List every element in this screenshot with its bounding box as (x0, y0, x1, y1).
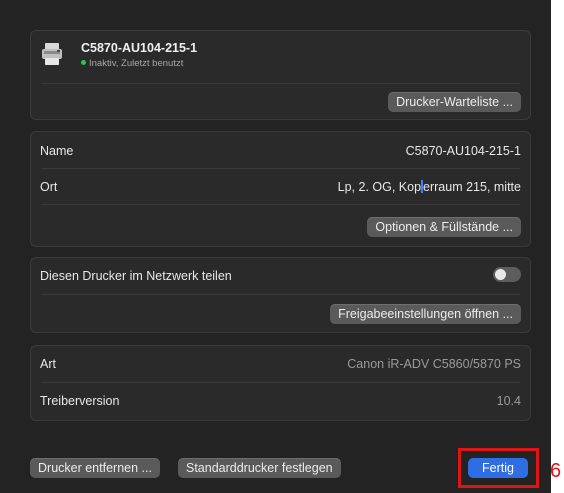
divider (41, 382, 520, 383)
step-number: 6 (550, 460, 562, 482)
share-label: Diesen Drucker im Netzwerk teilen (40, 269, 232, 283)
status-dot (81, 59, 86, 65)
type-value: Canon iR-ADV C5860/5870 PS (347, 357, 521, 371)
text-caret (421, 180, 424, 194)
location-field[interactable]: Lp, 2. OG, Kop erraum 215, mitte (338, 180, 521, 194)
driver-info-card: Art Canon iR-ADV C5860/5870 PS Treiberve… (30, 345, 531, 421)
printer-header-card: C5870-AU104-215-1 Inaktiv, Zuletzt benut… (30, 30, 531, 120)
printer-details-card: Name C5870-AU104-215-1 Ort Lp, 2. OG, Ko… (30, 131, 531, 247)
sharing-settings-button[interactable]: Freigabeeinstellungen öffnen ... (330, 304, 521, 324)
highlight-box (458, 448, 539, 488)
share-toggle[interactable] (493, 267, 521, 282)
sharing-card: Diesen Drucker im Netzwerk teilen Freiga… (30, 257, 531, 333)
location-value-end: erraum 215, mitte (423, 180, 521, 194)
type-label: Art (40, 357, 56, 371)
name-value[interactable]: C5870-AU104-215-1 (406, 144, 521, 158)
toggle-knob (495, 269, 506, 280)
location-value-start: Lp, 2. OG, Kop (337, 180, 422, 194)
set-default-printer-button[interactable]: Standarddrucker festlegen (178, 458, 341, 478)
options-supplies-button[interactable]: Optionen & Füllstände ... (367, 217, 521, 237)
name-label: Name (40, 144, 74, 158)
printer-status: Inaktiv, Zuletzt benutzt (81, 58, 183, 69)
printer-queue-button[interactable]: Drucker-Warteliste ... (388, 92, 521, 112)
printer-icon (42, 43, 62, 65)
divider (41, 83, 520, 84)
divider (41, 294, 520, 295)
driver-version-value: 10.4 (496, 394, 521, 408)
divider (41, 204, 520, 205)
driver-version-label: Treiberversion (40, 394, 120, 408)
printer-name: C5870-AU104-215-1 (81, 41, 198, 55)
remove-printer-button[interactable]: Drucker entfernen ... (30, 458, 160, 478)
printer-settings-dialog: C5870-AU104-215-1 Inaktiv, Zuletzt benut… (0, 0, 551, 493)
divider (41, 168, 520, 169)
printer-status-text: Inaktiv, Zuletzt benutzt (89, 58, 184, 69)
location-label: Ort (40, 180, 58, 194)
